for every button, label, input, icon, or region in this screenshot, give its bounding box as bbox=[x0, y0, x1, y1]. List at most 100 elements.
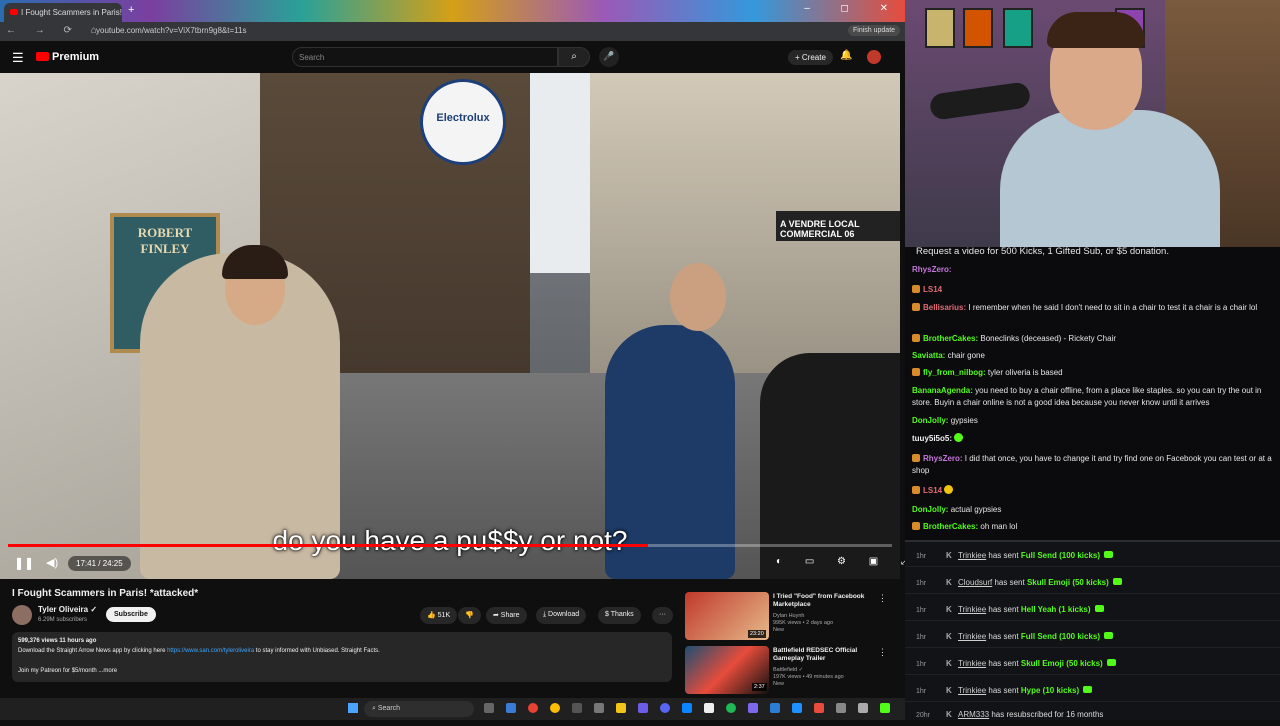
chat-username[interactable]: Saviatta: bbox=[912, 351, 945, 360]
event-user[interactable]: Trinkiee bbox=[958, 605, 986, 614]
new-tab-button[interactable]: + bbox=[128, 4, 134, 16]
description-box[interactable] bbox=[12, 632, 672, 682]
discord-icon[interactable] bbox=[660, 703, 670, 713]
app-icon[interactable] bbox=[704, 703, 714, 713]
file-explorer-icon[interactable] bbox=[616, 703, 626, 713]
thanks-button[interactable]: $ Thanks bbox=[598, 607, 641, 624]
player-controls-right[interactable]: ◐ ▭ ⚙ ▣ ⤢ bbox=[776, 556, 919, 567]
chat-username[interactable]: Bellisarius: bbox=[923, 303, 966, 312]
search-input[interactable]: Search bbox=[292, 47, 558, 67]
channel-name[interactable]: Tyler Oliveira ✓ bbox=[38, 605, 97, 614]
rec-channel: Dylan Huynh bbox=[773, 613, 805, 619]
spotify-icon[interactable] bbox=[726, 703, 736, 713]
app-icon[interactable] bbox=[594, 703, 604, 713]
create-button[interactable]: + Create bbox=[788, 50, 833, 65]
chat-username[interactable]: LS14 bbox=[923, 486, 942, 495]
video-player[interactable]: Electrolux ROBERT FINLEY A VENDRE LOCAL … bbox=[0, 73, 900, 579]
taskbar-search[interactable]: ⌕ Search bbox=[364, 701, 474, 717]
chat-username[interactable]: fly_from_nilbog: bbox=[923, 368, 986, 377]
event-user[interactable]: Trinkiee bbox=[958, 686, 986, 695]
subscribe-button[interactable]: Subscribe bbox=[106, 607, 156, 622]
chat-username[interactable]: DonJolly: bbox=[912, 505, 948, 514]
channel-avatar[interactable] bbox=[12, 605, 32, 625]
logo-text: Premium bbox=[52, 51, 100, 63]
notification-bell-icon[interactable]: 🔔 bbox=[840, 50, 852, 61]
chat-username[interactable]: LS14 bbox=[923, 285, 942, 294]
youtube-logo[interactable]: Premium bbox=[36, 51, 99, 63]
wall-art bbox=[963, 8, 993, 48]
chat-text: I remember when he said I don't need to … bbox=[968, 303, 1258, 312]
share-button[interactable]: ➦ Share bbox=[486, 607, 527, 624]
app-icon[interactable] bbox=[682, 703, 692, 713]
edge-icon[interactable] bbox=[506, 703, 516, 713]
app-icon[interactable] bbox=[572, 703, 582, 713]
like-button[interactable]: 👍 51K bbox=[420, 607, 458, 624]
chat-username[interactable]: RhysZero: bbox=[912, 265, 952, 274]
event-verb: has sent bbox=[988, 551, 1019, 560]
kick-icon: K bbox=[946, 686, 952, 695]
rec-badge: New bbox=[773, 681, 785, 687]
app-icon[interactable] bbox=[770, 703, 780, 713]
menu-icon[interactable]: ☰ bbox=[12, 50, 24, 66]
volume-icon[interactable]: ◀) bbox=[46, 556, 58, 569]
windows-start-icon[interactable] bbox=[348, 703, 358, 713]
rec-title[interactable]: I Tried "Food" from Facebook Marketplace bbox=[773, 593, 883, 609]
gift-icon bbox=[1106, 659, 1116, 666]
task-view-icon[interactable] bbox=[484, 703, 494, 713]
download-button[interactable]: ⤓ Download bbox=[536, 607, 587, 624]
event-gift: Full Send (100 kicks) bbox=[1020, 551, 1101, 560]
chat-message: fly_from_nilbog: tyler oliveria is based bbox=[912, 367, 1274, 379]
window-controls[interactable]: – ◻ ✕ bbox=[804, 3, 902, 14]
desc-link[interactable]: https://www.san.com/tyleroliveira bbox=[167, 648, 254, 654]
chat-message: Bellisarius: I remember when he said I d… bbox=[912, 302, 1274, 314]
event-user[interactable]: Cloudsurf bbox=[958, 578, 992, 587]
chat-text: Boneclinks (deceased) - Rickety Chair bbox=[980, 334, 1116, 343]
microphone-icon[interactable]: 🎤 bbox=[599, 47, 619, 67]
rec-title[interactable]: Battlefield REDSEC Official Gameplay Tra… bbox=[773, 647, 883, 663]
shop-sign: A VENDRE LOCAL COMMERCIAL 06 bbox=[776, 211, 900, 241]
description-more[interactable]: Join my Patreon for $5/month ...more bbox=[18, 668, 117, 674]
chat-username[interactable]: RhysZero: bbox=[923, 454, 963, 463]
emote-icon bbox=[954, 433, 964, 442]
youtube-favicon-icon bbox=[10, 9, 18, 15]
chat-username[interactable]: tuuy5i5o5: bbox=[912, 434, 952, 443]
finish-update-button[interactable]: Finish update bbox=[848, 25, 901, 36]
rec-more-icon[interactable]: ⋮ bbox=[878, 647, 887, 658]
chrome-icon[interactable] bbox=[528, 703, 538, 713]
app-icon[interactable] bbox=[836, 703, 846, 713]
search-icon[interactable]: ⌕ bbox=[558, 47, 590, 67]
video-time: 17:41 / 24:25 bbox=[68, 556, 131, 571]
browser-tab-strip bbox=[0, 0, 905, 22]
chat-username[interactable]: DonJolly: bbox=[912, 416, 948, 425]
event-user[interactable]: ARM333 bbox=[958, 710, 989, 719]
app-icon[interactable] bbox=[814, 703, 824, 713]
url-text[interactable]: youtube.com/watch?v=ViX7tbrn9g8&t=11s bbox=[96, 26, 246, 35]
emote-icon bbox=[944, 485, 954, 494]
event-age: 1hr bbox=[916, 553, 927, 560]
event-gift: Skull Emoji (50 kicks) bbox=[1026, 578, 1109, 587]
event-user[interactable]: Trinkiee bbox=[958, 632, 986, 641]
app-icon[interactable] bbox=[858, 703, 868, 713]
event-verb: has sent bbox=[994, 578, 1025, 587]
event-user[interactable]: Trinkiee bbox=[958, 551, 986, 560]
rec-more-icon[interactable]: ⋮ bbox=[878, 593, 887, 604]
dislike-button[interactable]: 👎 bbox=[458, 607, 481, 624]
chat-username[interactable]: BrotherCakes: bbox=[923, 334, 978, 343]
user-avatar[interactable] bbox=[867, 50, 881, 64]
rec-meta: 995K views • 2 days ago bbox=[773, 620, 834, 626]
chrome-canary-icon[interactable] bbox=[550, 703, 560, 713]
app-icon[interactable] bbox=[748, 703, 758, 713]
kick-icon[interactable] bbox=[880, 703, 890, 713]
chat-text: actual gypsies bbox=[950, 505, 1002, 514]
app-icon[interactable] bbox=[638, 703, 648, 713]
more-actions-button[interactable]: ··· bbox=[652, 607, 673, 624]
event-user[interactable]: Trinkiee bbox=[958, 659, 986, 668]
app-icon[interactable] bbox=[792, 703, 802, 713]
badge-icon bbox=[912, 454, 920, 462]
nav-buttons[interactable]: ← → ⟳ ⌂ bbox=[6, 25, 105, 36]
pause-icon[interactable]: ❚❚ bbox=[14, 556, 34, 570]
kick-icon: K bbox=[946, 659, 952, 668]
chat-username[interactable]: BananaAgenda: bbox=[912, 386, 973, 395]
chat-username[interactable]: BrotherCakes: bbox=[923, 522, 978, 531]
browser-tab[interactable]: I Fought Scammers in Paris! bbox=[4, 3, 122, 22]
